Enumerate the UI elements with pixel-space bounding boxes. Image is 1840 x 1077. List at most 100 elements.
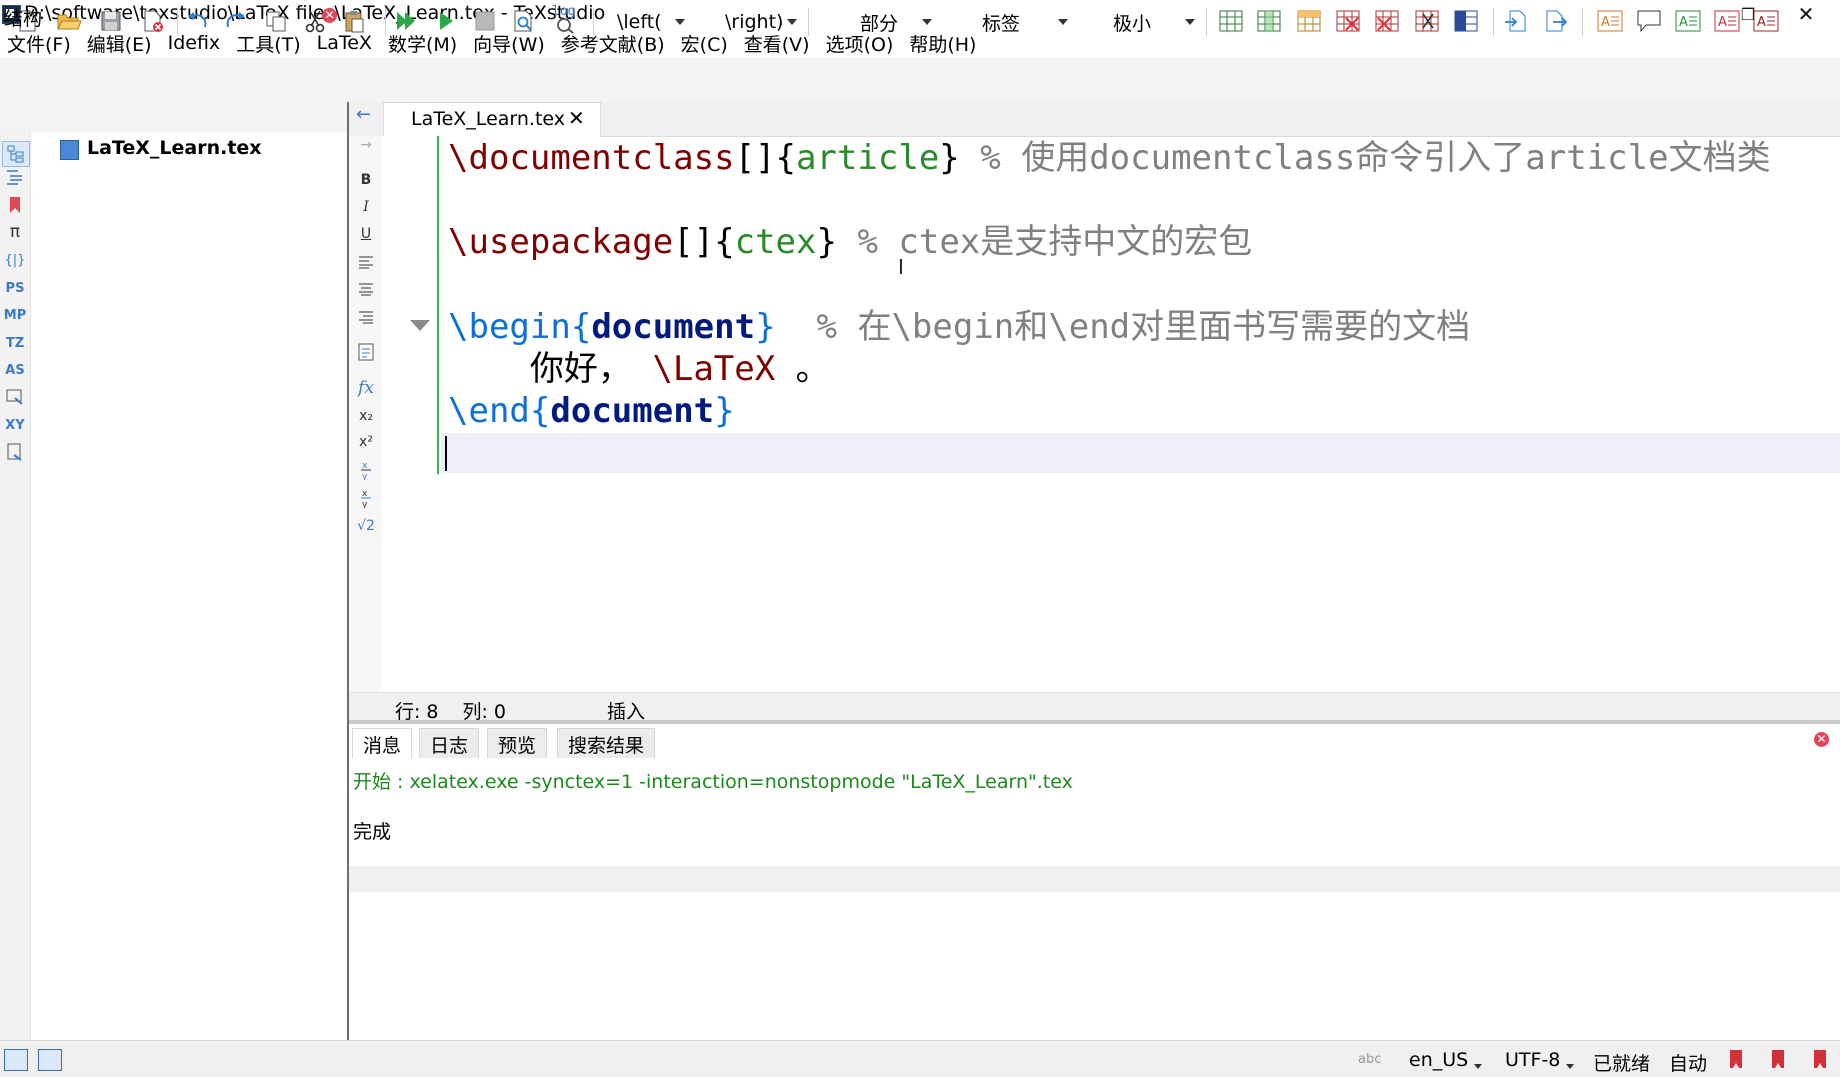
- arrow-right-icon[interactable]: →: [354, 134, 378, 156]
- arrow-left-icon[interactable]: ←: [356, 104, 371, 125]
- section-combo[interactable]: 部分: [818, 10, 932, 35]
- undo-icon[interactable]: [184, 8, 210, 34]
- font-size-combo[interactable]: 极小: [1075, 10, 1195, 35]
- metapost-icon[interactable]: MP: [2, 303, 28, 327]
- tab-messages[interactable]: 消息: [352, 728, 413, 759]
- table-icon[interactable]: [1218, 8, 1244, 34]
- svg-text:y: y: [362, 472, 368, 480]
- right-delimiter-combo[interactable]: \right): [703, 10, 797, 34]
- close-tab-icon[interactable]: ✕: [568, 106, 585, 130]
- left-delimiter-combo[interactable]: \left(: [603, 10, 685, 34]
- paste-icon[interactable]: [341, 8, 367, 34]
- table-align-icon[interactable]: [1453, 8, 1479, 34]
- sqrt-button[interactable]: √2: [354, 515, 378, 537]
- menu-idefix[interactable]: Idefix: [160, 32, 229, 54]
- bookmark-icon[interactable]: [1730, 1050, 1742, 1068]
- table-cut-column-icon[interactable]: [1414, 8, 1440, 34]
- text-darkred-icon[interactable]: A: [1753, 8, 1779, 34]
- current-line-highlight: [441, 433, 1840, 473]
- tab-preview[interactable]: 预览: [487, 728, 548, 760]
- toolbar-separator: [177, 8, 178, 36]
- encoding-selector[interactable]: UTF-8: [1505, 1049, 1560, 1071]
- structure-view-icon[interactable]: [2, 141, 30, 167]
- auto-mode[interactable]: 自动: [1669, 1049, 1707, 1076]
- code-line-5[interactable]: \begin{document} % 在\begin和\end对里面书写需要的文…: [448, 306, 1470, 348]
- toc-icon[interactable]: [2, 165, 28, 189]
- asymptote-icon[interactable]: AS: [2, 358, 28, 382]
- close-panel-icon[interactable]: ✕: [322, 8, 337, 23]
- close-file-icon[interactable]: [140, 8, 166, 34]
- reverse-search-icon[interactable]: [1543, 8, 1569, 34]
- build-and-view-icon[interactable]: [393, 8, 419, 34]
- stop-compile-icon[interactable]: [472, 8, 498, 34]
- toggle-structure-button[interactable]: [4, 1049, 28, 1071]
- view-pdf-icon[interactable]: [511, 8, 537, 34]
- table-add-row-icon[interactable]: [1296, 8, 1322, 34]
- code-line-6[interactable]: 你好， \LaTeX 。: [448, 348, 830, 390]
- text-box-icon[interactable]: A: [1597, 8, 1623, 34]
- superscript-button[interactable]: x²: [354, 431, 378, 453]
- save-icon[interactable]: [98, 8, 124, 34]
- bookmark-icon[interactable]: [1772, 1050, 1784, 1068]
- bookmark-icon[interactable]: [1814, 1050, 1826, 1068]
- view-log-icon[interactable]: log: [550, 4, 576, 34]
- underline-button[interactable]: U: [354, 223, 378, 245]
- copy-icon[interactable]: [263, 8, 289, 34]
- align-left-icon[interactable]: [354, 251, 378, 273]
- bold-button[interactable]: B: [354, 169, 378, 191]
- templates-icon[interactable]: [2, 440, 28, 464]
- close-panel-icon[interactable]: ✕: [1814, 732, 1829, 747]
- comment-bubble-icon[interactable]: [1636, 8, 1662, 34]
- chevron-down-icon: [787, 19, 797, 25]
- code-token: []{: [673, 222, 735, 262]
- svg-text:A: A: [1718, 15, 1727, 30]
- align-center-icon[interactable]: [354, 278, 378, 300]
- table-remove-row-icon[interactable]: [1335, 8, 1361, 34]
- code-line-1[interactable]: \documentclass[]{article} % 使用documentcl…: [448, 137, 1771, 179]
- code-token: document: [550, 391, 715, 431]
- subscript-button[interactable]: x₂: [354, 405, 378, 427]
- code-token: {: [529, 391, 551, 431]
- insert-env-icon[interactable]: [354, 341, 378, 363]
- code-line-3[interactable]: \usepackage[]{ctex} % ctex是支持中文的宏包: [448, 221, 1252, 263]
- tab-search-results[interactable]: 搜索结果: [557, 728, 656, 760]
- section-value: 部分: [860, 12, 899, 35]
- bookmarks-icon[interactable]: [2, 193, 28, 217]
- italic-button[interactable]: I: [354, 196, 378, 218]
- spellcheck-icon[interactable]: abc: [1358, 1052, 1381, 1067]
- fraction-icon[interactable]: xy: [354, 459, 378, 481]
- xymatrix-icon[interactable]: XY: [2, 413, 28, 437]
- pstricks-icon[interactable]: PS: [2, 276, 28, 300]
- toggle-messages-button[interactable]: [38, 1049, 62, 1071]
- compile-icon[interactable]: [433, 8, 459, 34]
- text-green-icon[interactable]: A: [1675, 8, 1701, 34]
- user-commands-icon[interactable]: [2, 385, 28, 409]
- forward-search-icon[interactable]: [1503, 8, 1529, 34]
- menu-latex[interactable]: LaTeX: [309, 32, 380, 54]
- code-token: document: [591, 307, 756, 347]
- table-add-column-icon[interactable]: [1256, 8, 1282, 34]
- function-button[interactable]: fx: [354, 377, 378, 399]
- status-ready: 已就绪: [1593, 1053, 1651, 1075]
- close-window-button[interactable]: ✕: [1777, 0, 1835, 28]
- language-selector[interactable]: en_US: [1409, 1049, 1468, 1071]
- structure-tree-root[interactable]: LaTeX_Learn.tex: [87, 137, 262, 159]
- bracket-symbols-icon[interactable]: {|}: [2, 248, 28, 272]
- dfrac-icon[interactable]: xy: [354, 487, 378, 509]
- code-token: }: [755, 307, 776, 347]
- left-delimiter-value: \left(: [617, 11, 662, 33]
- text-red-icon[interactable]: A: [1714, 8, 1740, 34]
- code-line-7[interactable]: \end{document}: [448, 390, 735, 432]
- tab-log[interactable]: 日志: [419, 728, 480, 760]
- tikz-icon[interactable]: TZ: [2, 331, 28, 355]
- structure-tree: [31, 132, 346, 1040]
- table-remove-column-icon[interactable]: [1374, 8, 1400, 34]
- fold-collapse-icon[interactable]: [410, 320, 430, 331]
- symbols-icon[interactable]: π: [2, 220, 28, 244]
- redo-icon[interactable]: [223, 8, 249, 34]
- code-token: {: [570, 307, 592, 347]
- align-right-icon[interactable]: [354, 306, 378, 328]
- label-combo[interactable]: 标签: [942, 10, 1068, 35]
- code-token: \usepackage: [448, 222, 674, 262]
- open-folder-icon[interactable]: [56, 8, 82, 34]
